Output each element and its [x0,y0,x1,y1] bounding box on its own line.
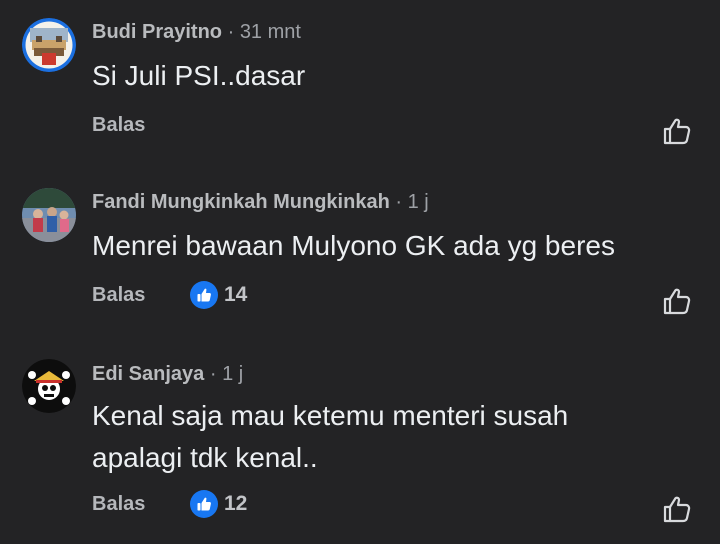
comment-header: Budi Prayitno · 31 mnt [92,20,301,44]
comment-text: Kenal saja mau ketemu menteri susah apal… [92,400,569,473]
thumb-up-outline-icon [663,496,691,523]
reply-button[interactable]: Balas [92,493,145,516]
timestamp[interactable]: 31 mnt [240,21,301,43]
reaction-count: 12 [224,492,248,515]
comment-header: Edi Sanjaya · 1 j [92,362,243,386]
separator: · [395,191,403,213]
like-button[interactable] [662,116,692,146]
reaction-summary[interactable]: 12 [190,490,247,518]
comments-list: Budi Prayitno · 31 mnt Si Juli PSI..dasa… [0,0,720,544]
comment-header: Fandi Mungkinkah Mungkinkah · 1 j [92,190,429,214]
like-button[interactable] [662,494,692,524]
comment-item: Budi Prayitno · 31 mnt Si Juli PSI..dasa… [0,0,720,170]
like-reaction-icon [190,490,218,518]
like-reaction-icon [190,281,218,309]
comment-item: Edi Sanjaya · 1 j Kenal saja mau ketemu … [0,342,720,544]
comment-text: Si Juli PSI..dasar [92,60,306,91]
like-button[interactable] [662,286,692,316]
separator: · [209,363,217,385]
reply-button[interactable]: Balas [92,284,145,307]
thumb-up-outline-icon [663,288,691,315]
timestamp[interactable]: 1 j [222,363,243,385]
avatar[interactable] [22,188,76,242]
author-name[interactable]: Budi Prayitno [92,21,222,43]
separator: · [227,21,235,43]
avatar[interactable] [22,18,76,72]
thumb-up-outline-icon [663,118,691,145]
reaction-count: 14 [224,283,248,306]
timestamp[interactable]: 1 j [408,191,429,213]
author-name[interactable]: Fandi Mungkinkah Mungkinkah [92,191,390,213]
comment-item: Fandi Mungkinkah Mungkinkah · 1 j Menrei… [0,170,720,350]
reaction-summary[interactable]: 14 [190,281,247,309]
reply-button[interactable]: Balas [92,114,145,137]
comment-text: Menrei bawaan Mulyono GK ada yg beres [92,230,615,261]
author-name[interactable]: Edi Sanjaya [92,363,204,385]
avatar[interactable] [22,359,76,413]
